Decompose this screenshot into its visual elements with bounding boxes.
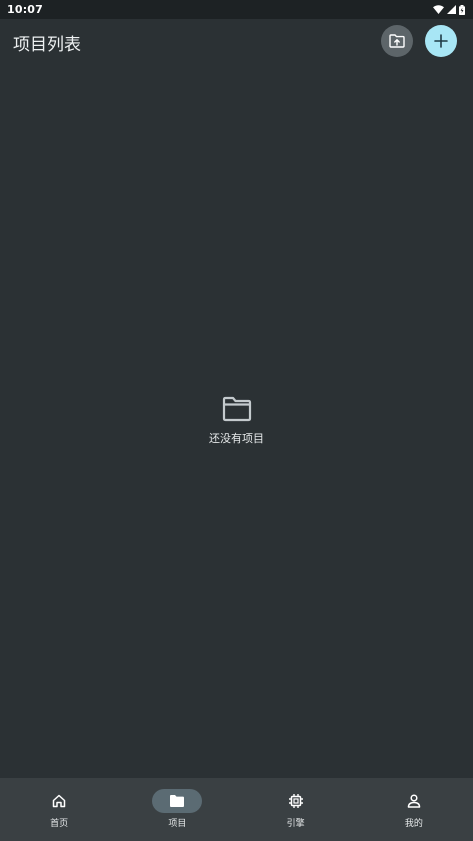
folder-icon (170, 795, 185, 807)
signal-icon (447, 5, 456, 14)
status-time: 10:07 (7, 3, 44, 16)
nav-icon-container (34, 789, 84, 813)
status-bar: 10:07 (0, 0, 473, 19)
page-title: 项目列表 (13, 35, 81, 55)
nav-item-engine[interactable]: 引擎 (237, 778, 355, 841)
bottom-navigation: 首页 项目 引擎 我的 (0, 778, 473, 841)
add-project-button[interactable] (425, 25, 457, 57)
import-project-button[interactable] (381, 25, 413, 57)
nav-item-profile[interactable]: 我的 (355, 778, 473, 841)
nav-active-indicator (152, 789, 203, 813)
folder-upload-icon (389, 34, 405, 48)
nav-item-projects[interactable]: 项目 (118, 778, 236, 841)
wifi-icon (433, 5, 444, 14)
battery-icon (459, 4, 465, 15)
empty-state-message: 还没有项目 (209, 432, 264, 445)
nav-icon-container (389, 789, 439, 813)
person-icon (407, 794, 421, 808)
nav-icon-container (271, 789, 321, 813)
nav-label-projects: 项目 (168, 819, 187, 829)
status-icons (433, 4, 465, 15)
chip-icon (288, 794, 303, 808)
empty-state: 还没有项目 (0, 396, 473, 446)
nav-label-profile: 我的 (404, 819, 423, 829)
nav-label-home: 首页 (50, 819, 69, 829)
folder-icon (222, 396, 251, 422)
nav-label-engine: 引擎 (286, 819, 305, 829)
plus-icon (434, 34, 448, 48)
nav-item-home[interactable]: 首页 (0, 778, 118, 841)
app-bar: 项目列表 (0, 19, 473, 63)
home-icon (52, 794, 66, 808)
